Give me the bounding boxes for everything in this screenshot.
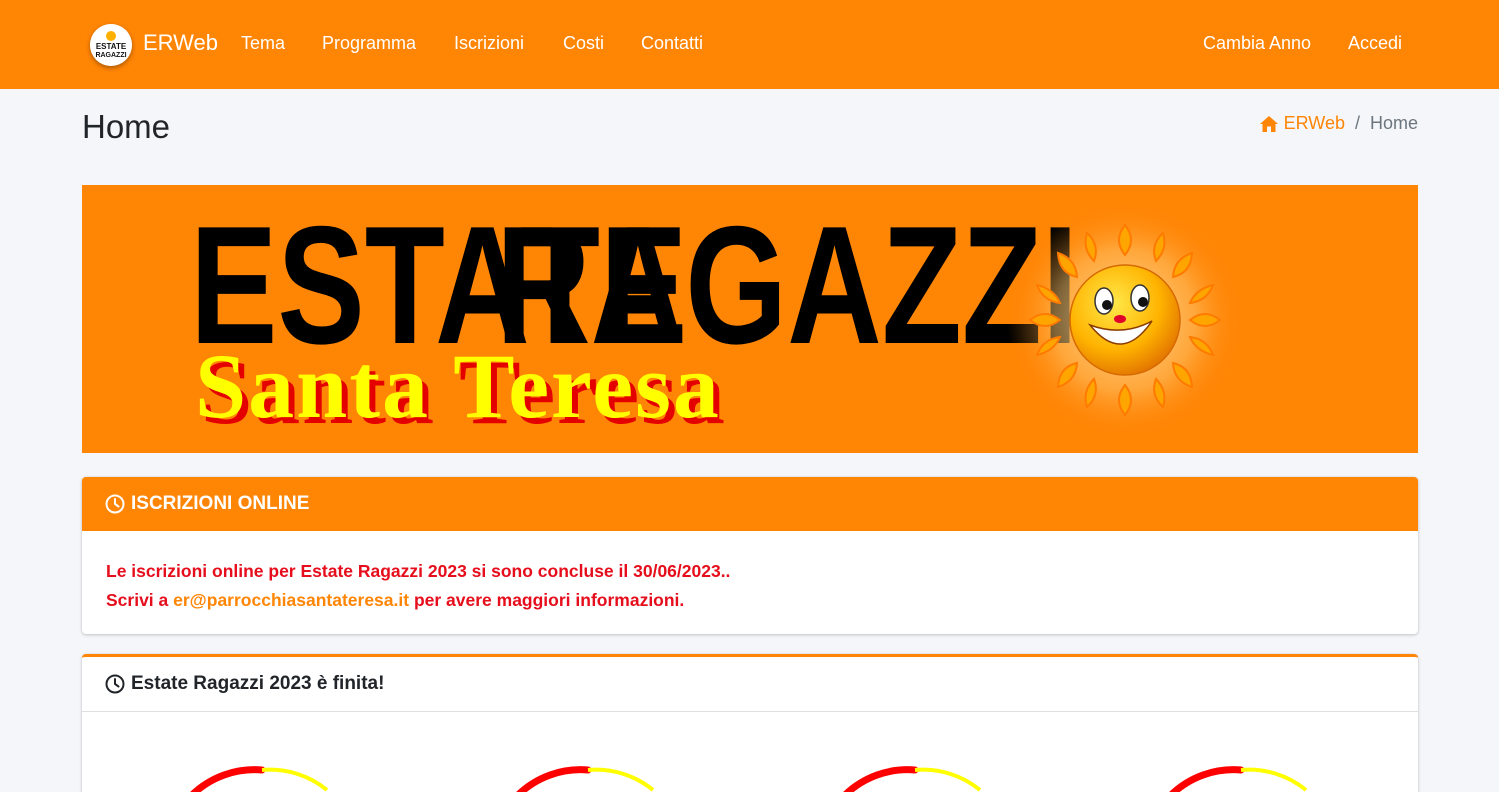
breadcrumb-home-label[interactable]: ERWeb xyxy=(1284,113,1345,134)
countdown-card: Estate Ragazzi 2023 è finita! xyxy=(82,654,1418,792)
breadcrumb-current: Home xyxy=(1369,113,1418,133)
svg-text:RAGAZZI: RAGAZZI xyxy=(95,52,126,59)
contact-message: Scrivi a er@parrocchiasantateresa.it per… xyxy=(106,586,1394,615)
gauge-1 xyxy=(190,766,329,792)
countdown-gauges xyxy=(190,766,1308,792)
iscrizioni-card-header: ISCRIZIONI ONLINE xyxy=(82,477,1418,531)
breadcrumb-separator: / xyxy=(1354,113,1360,133)
iscrizioni-card-body: Le iscrizioni online per Estate Ragazzi … xyxy=(82,531,1418,634)
contact-suffix: per avere maggiori informazioni. xyxy=(409,590,685,610)
iscrizioni-closed-message: Le iscrizioni online per Estate Ragazzi … xyxy=(106,561,731,581)
nav-link-costi[interactable]: Costi xyxy=(563,33,604,54)
sun-mascot-icon xyxy=(1007,202,1243,438)
iscrizioni-online-card: ISCRIZIONI ONLINE Le iscrizioni online p… xyxy=(82,477,1418,634)
contact-prefix: Scrivi a xyxy=(106,590,174,610)
iscrizioni-card-title: ISCRIZIONI ONLINE xyxy=(131,493,310,514)
countdown-card-header: Estate Ragazzi 2023 è finita! xyxy=(82,657,1418,712)
svg-text:ESTATE: ESTATE xyxy=(96,42,127,51)
gauge-3 xyxy=(843,766,982,792)
page-title: Home xyxy=(82,108,171,145)
nav-link-contatti[interactable]: Contatti xyxy=(641,33,703,54)
clock-icon xyxy=(105,674,125,694)
top-navbar: ESTATE RAGAZZI ERWeb Tema Programma Iscr… xyxy=(0,0,1499,89)
gauge-2 xyxy=(516,766,655,792)
breadcrumb-home[interactable]: ERWeb xyxy=(1259,113,1345,134)
brand-logo[interactable]: ESTATE RAGAZZI xyxy=(90,24,132,66)
nav-link-tema[interactable]: Tema xyxy=(241,33,285,54)
estate-ragazzi-banner: ESTATE RAGAZZI Santa Teresa Santa Teresa xyxy=(82,185,1418,453)
nav-link-accedi[interactable]: Accedi xyxy=(1348,33,1402,54)
banner-subtitle: Santa Teresa xyxy=(195,335,721,437)
countdown-card-title: Estate Ragazzi 2023 è finita! xyxy=(131,673,385,694)
clock-icon xyxy=(105,494,125,514)
brand-name[interactable]: ERWeb xyxy=(143,30,218,56)
nav-link-cambia-anno[interactable]: Cambia Anno xyxy=(1203,33,1311,54)
home-icon xyxy=(1259,115,1278,132)
contact-email-link[interactable]: er@parrocchiasantateresa.it xyxy=(173,590,409,610)
breadcrumb: ERWeb / Home xyxy=(1259,113,1418,134)
nav-link-programma[interactable]: Programma xyxy=(322,33,416,54)
nav-link-iscrizioni[interactable]: Iscrizioni xyxy=(454,33,524,54)
gauge-4 xyxy=(1169,766,1308,792)
